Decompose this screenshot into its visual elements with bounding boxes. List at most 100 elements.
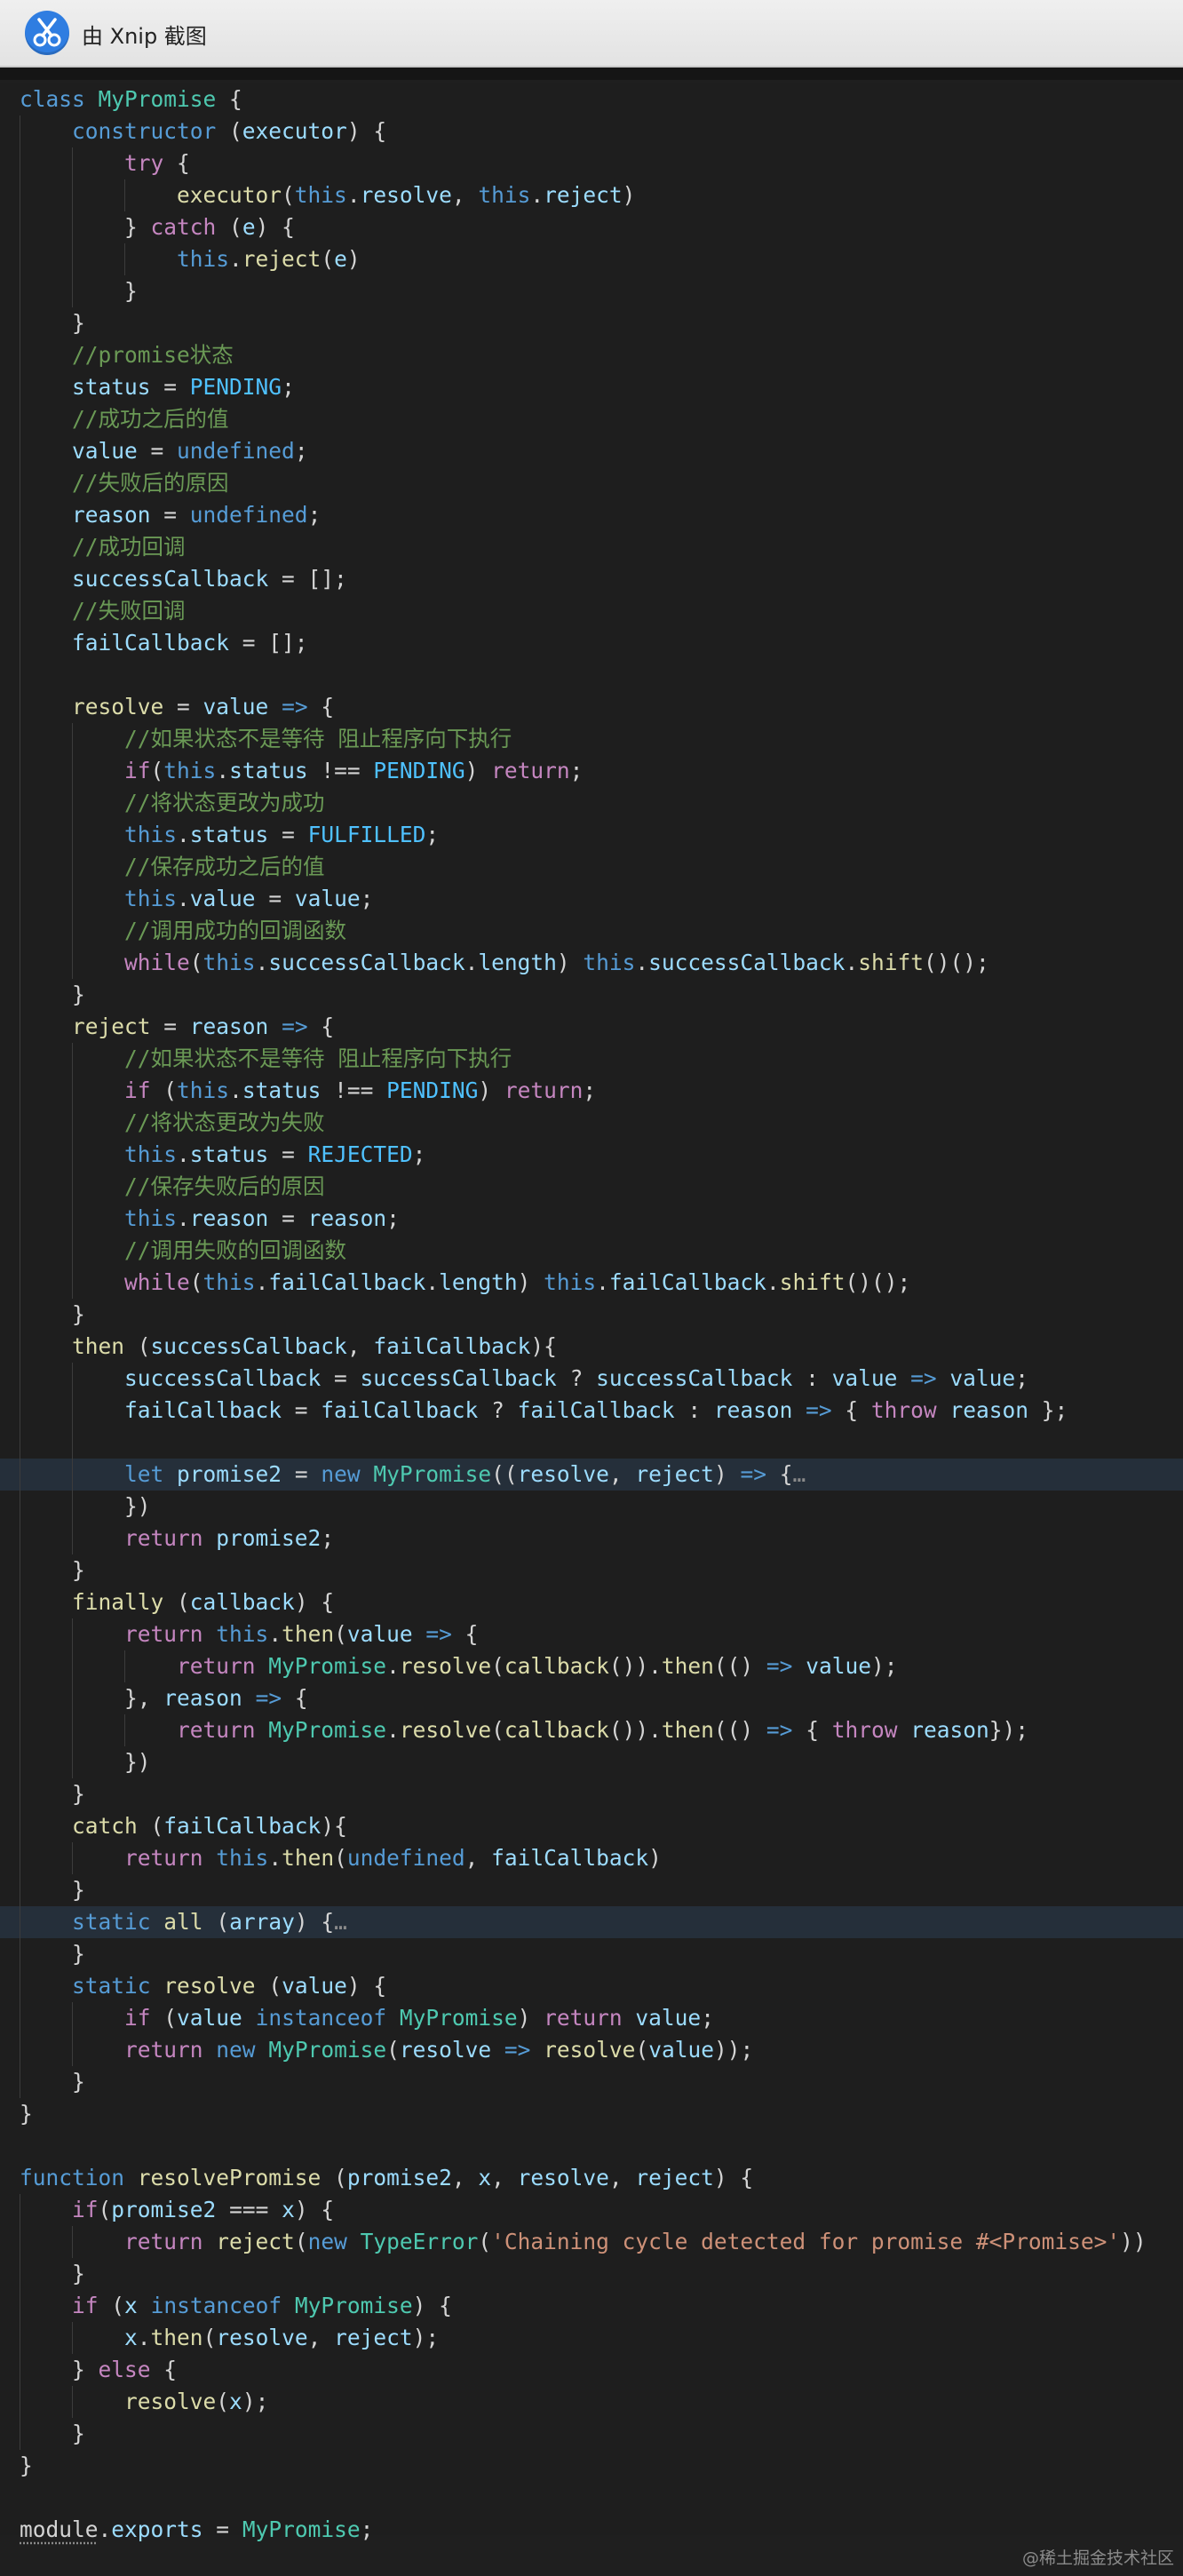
code-token: ) { bbox=[412, 2293, 452, 2318]
code-editor[interactable]: class MyPromise { constructor (executor)… bbox=[0, 83, 1183, 2542]
code-line[interactable]: resolve = value => { bbox=[0, 691, 1183, 723]
code-line[interactable]: //将状态更改为成功 bbox=[0, 787, 1183, 819]
code-line[interactable] bbox=[0, 2482, 1183, 2514]
code-line[interactable]: } bbox=[0, 1938, 1183, 1970]
code-token: { bbox=[792, 1717, 832, 1743]
code-line[interactable]: resolve(x); bbox=[0, 2386, 1183, 2418]
code-line[interactable]: //如果状态不是等待 阻止程序向下执行 bbox=[0, 1043, 1183, 1075]
code-line[interactable]: } bbox=[0, 2258, 1183, 2290]
code-line[interactable]: this.reason = reason; bbox=[0, 1203, 1183, 1235]
code-line[interactable]: //保存成功之后的值 bbox=[0, 851, 1183, 883]
code-line[interactable]: } bbox=[0, 2066, 1183, 2098]
code-line[interactable]: module.exports = MyPromise; bbox=[0, 2514, 1183, 2546]
code-token: }; bbox=[1028, 1397, 1068, 1423]
code-line[interactable]: } bbox=[0, 1778, 1183, 1810]
code-line[interactable]: while(this.failCallback.length) this.fai… bbox=[0, 1267, 1183, 1299]
code-line[interactable]: if(this.status !== PENDING) return; bbox=[0, 755, 1183, 787]
code-token: , bbox=[346, 1333, 374, 1359]
code-line[interactable]: then (successCallback, failCallback){ bbox=[0, 1331, 1183, 1363]
code-line[interactable]: } bbox=[0, 2450, 1183, 2482]
code-line[interactable]: //成功之后的值 bbox=[0, 403, 1183, 435]
folded-ellipsis[interactable]: … bbox=[792, 1461, 806, 1487]
code-line[interactable]: //调用失败的回调函数 bbox=[0, 1235, 1183, 1267]
code-line[interactable]: status = PENDING; bbox=[0, 371, 1183, 403]
code-line[interactable]: return MyPromise.resolve(callback()).the… bbox=[0, 1714, 1183, 1746]
code-line[interactable]: } bbox=[0, 1874, 1183, 1906]
code-line[interactable]: //成功回调 bbox=[0, 531, 1183, 563]
code-line[interactable]: return promise2; bbox=[0, 1523, 1183, 1554]
code-line[interactable]: successCallback = successCallback ? succ… bbox=[0, 1363, 1183, 1395]
code-text: reason = undefined; bbox=[20, 499, 321, 531]
code-token: ) bbox=[517, 2005, 544, 2031]
code-line[interactable]: value = undefined; bbox=[0, 435, 1183, 467]
code-line[interactable]: return new MyPromise(resolve => resolve(… bbox=[0, 2034, 1183, 2066]
code-line[interactable]: if(promise2 === x) { bbox=[0, 2194, 1183, 2226]
code-line[interactable]: } bbox=[0, 979, 1183, 1011]
code-line[interactable] bbox=[0, 659, 1183, 691]
code-line[interactable]: static resolve (value) { bbox=[0, 1970, 1183, 2002]
code-line[interactable]: this.status = REJECTED; bbox=[0, 1139, 1183, 1171]
code-line[interactable]: class MyPromise { bbox=[0, 83, 1183, 115]
code-line[interactable]: //promise状态 bbox=[0, 339, 1183, 371]
code-text: if (this.status !== PENDING) return; bbox=[20, 1075, 596, 1107]
code-line[interactable]: this.reject(e) bbox=[0, 243, 1183, 275]
code-line[interactable]: } bbox=[0, 1299, 1183, 1331]
code-line[interactable]: failCallback = failCallback ? failCallba… bbox=[0, 1395, 1183, 1427]
code-line[interactable]: } catch (e) { bbox=[0, 211, 1183, 243]
code-line[interactable]: //保存失败后的原因 bbox=[0, 1171, 1183, 1203]
code-line[interactable]: failCallback = []; bbox=[0, 627, 1183, 659]
code-token: = bbox=[150, 502, 190, 528]
code-token: . bbox=[98, 2516, 112, 2542]
code-token: } bbox=[124, 214, 151, 240]
code-line[interactable] bbox=[0, 1427, 1183, 1459]
code-token: )) bbox=[1120, 2229, 1147, 2254]
code-token: reject bbox=[216, 2229, 295, 2254]
code-line[interactable]: //失败后的原因 bbox=[0, 467, 1183, 499]
code-line[interactable]: return MyPromise.resolve(callback()).the… bbox=[0, 1650, 1183, 1682]
code-line[interactable]: //失败回调 bbox=[0, 595, 1183, 627]
code-token: value bbox=[72, 438, 138, 464]
code-line[interactable]: executor(this.resolve, this.reject) bbox=[0, 179, 1183, 211]
code-line[interactable]: } bbox=[0, 1554, 1183, 1586]
folded-ellipsis[interactable]: … bbox=[334, 1909, 347, 1935]
code-line[interactable]: › static all (array) {… bbox=[0, 1906, 1183, 1939]
code-line[interactable]: reject = reason => { bbox=[0, 1011, 1183, 1043]
code-line[interactable]: reason = undefined; bbox=[0, 499, 1183, 531]
code-line[interactable]: //将状态更改为失败 bbox=[0, 1107, 1183, 1139]
code-token: //保存失败后的原因 bbox=[124, 1173, 325, 1199]
code-line[interactable]: return this.then(undefined, failCallback… bbox=[0, 1842, 1183, 1874]
code-line[interactable]: this.status = FULFILLED; bbox=[0, 819, 1183, 851]
code-line[interactable] bbox=[0, 2130, 1183, 2162]
code-line[interactable]: catch (failCallback){ bbox=[0, 1810, 1183, 1842]
code-line[interactable]: //调用成功的回调函数 bbox=[0, 915, 1183, 947]
code-token: ; bbox=[569, 758, 584, 783]
code-token: ) { bbox=[294, 1909, 335, 1935]
code-line[interactable]: successCallback = []; bbox=[0, 563, 1183, 595]
code-line[interactable]: } bbox=[0, 307, 1183, 339]
code-line[interactable]: while(this.successCallback.length) this.… bbox=[0, 947, 1183, 979]
code-line[interactable]: this.value = value; bbox=[0, 883, 1183, 915]
code-line[interactable]: } bbox=[0, 275, 1183, 307]
code-line[interactable]: } bbox=[0, 2418, 1183, 2450]
code-line[interactable]: }) bbox=[0, 1746, 1183, 1778]
code-line[interactable]: if (this.status !== PENDING) return; bbox=[0, 1075, 1183, 1107]
code-line[interactable]: if (value instanceof MyPromise) return v… bbox=[0, 2002, 1183, 2034]
code-token: ; bbox=[360, 886, 374, 911]
code-line[interactable]: finally (callback) { bbox=[0, 1586, 1183, 1618]
code-line[interactable]: return this.then(value => { bbox=[0, 1618, 1183, 1650]
code-line[interactable]: if (x instanceof MyPromise) { bbox=[0, 2290, 1183, 2322]
code-line[interactable]: function resolvePromise (promise2, x, re… bbox=[0, 2162, 1183, 2194]
code-line[interactable]: constructor (executor) { bbox=[0, 115, 1183, 147]
code-text: executor(this.resolve, this.reject) bbox=[20, 179, 635, 211]
code-line[interactable]: try { bbox=[0, 147, 1183, 179]
code-token: reject bbox=[635, 2165, 714, 2190]
code-line[interactable]: //如果状态不是等待 阻止程序向下执行 bbox=[0, 723, 1183, 755]
code-line[interactable]: } else { bbox=[0, 2354, 1183, 2386]
code-token: { bbox=[163, 150, 190, 176]
code-line[interactable]: › let promise2 = new MyPromise((resolve,… bbox=[0, 1459, 1183, 1491]
code-line[interactable]: return reject(new TypeError('Chaining cy… bbox=[0, 2226, 1183, 2258]
code-line[interactable]: }) bbox=[0, 1491, 1183, 1523]
code-line[interactable]: }, reason => { bbox=[0, 1682, 1183, 1714]
code-line[interactable]: } bbox=[0, 2098, 1183, 2130]
code-line[interactable]: x.then(resolve, reject); bbox=[0, 2322, 1183, 2354]
